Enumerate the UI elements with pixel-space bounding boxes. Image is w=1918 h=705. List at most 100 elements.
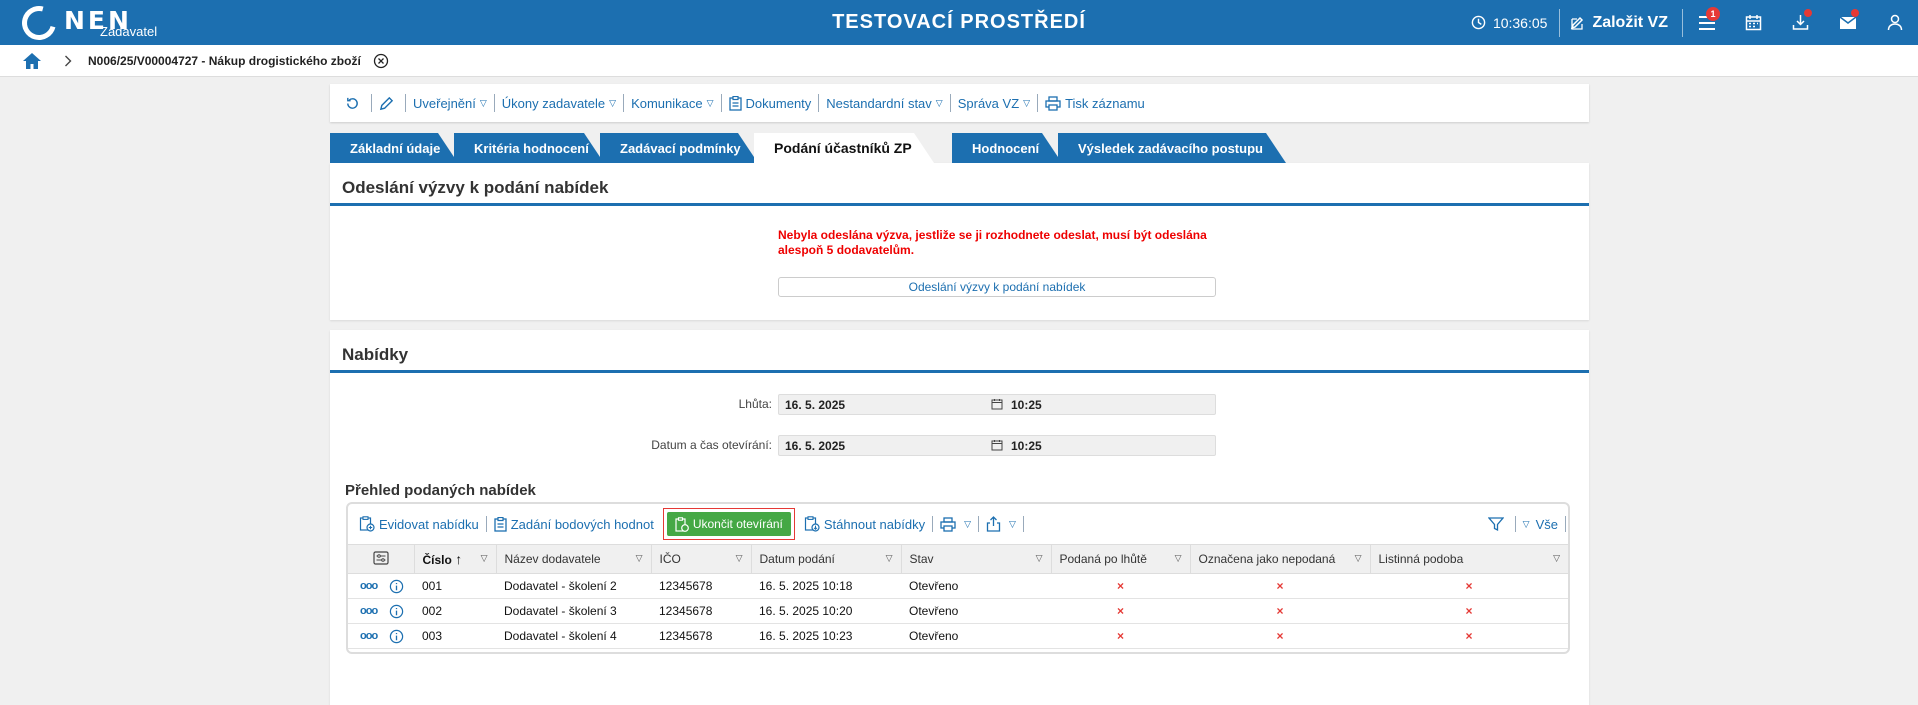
publish-menu[interactable]: Uveřejnění ▽ [406, 96, 494, 111]
download-offers-button[interactable]: Stáhnout nabídky [799, 516, 930, 532]
column-menu-icon[interactable]: ▽ [886, 553, 893, 564]
opening-label: Datum a čas otevírání: [651, 438, 772, 452]
cell-number: 001 [414, 573, 496, 599]
finish-opening-highlight: Ukončit otevírání [662, 508, 795, 540]
breadcrumb: N006/25/V00004727 - Nákup drogistického … [0, 45, 1918, 77]
edit-icon [1571, 16, 1584, 30]
register-offer-label: Evidovat nabídku [379, 516, 479, 532]
register-offer-button[interactable]: Evidovat nabídku [354, 516, 484, 532]
finish-opening-button[interactable]: Ukončit otevírání [666, 512, 791, 536]
printer-icon [940, 516, 956, 532]
enter-points-label: Zadání bodových hodnot [510, 516, 654, 532]
tab-participant-submissions[interactable]: Podání účastníků ZP [754, 133, 934, 163]
table-row[interactable]: ooo 002 Dodavatel - školení 3 12345678 1… [348, 598, 1568, 624]
documents-button[interactable]: Dokumenty [722, 95, 819, 111]
cell-submitted: 16. 5. 2025 10:23 [751, 623, 901, 649]
column-menu-icon[interactable]: ▽ [636, 553, 643, 564]
cell-ico: 12345678 [651, 598, 751, 624]
caret-down-icon: ▽ [706, 97, 714, 108]
column-menu-icon[interactable]: ▽ [736, 553, 743, 564]
column-header-state[interactable]: Stav ▽ [901, 544, 1052, 574]
cell-state: Otevřeno [901, 598, 1051, 624]
logo-subtitle: Zadavatel [100, 24, 158, 39]
clock-time: 10:36:05 [1492, 14, 1548, 31]
tab-basic-info[interactable]: Základní údaje [330, 133, 458, 163]
refresh-icon [347, 97, 358, 109]
cell-late: × [1051, 598, 1190, 624]
deadline-field: 16. 5. 2025 10:25 [778, 394, 1216, 415]
column-header-number[interactable]: Číslo ↑ ▽ [414, 544, 497, 574]
column-menu-icon[interactable]: ▽ [1175, 553, 1182, 564]
cell-paper: × [1370, 573, 1568, 599]
user-button[interactable] [1871, 0, 1918, 45]
column-number-label: Číslo [422, 553, 452, 567]
download-offers-icon [804, 516, 820, 532]
column-settings-header[interactable] [348, 544, 415, 574]
info-icon[interactable] [389, 604, 404, 619]
caret-down-icon: ▽ [1009, 518, 1016, 529]
user-icon [1887, 14, 1902, 31]
column-header-marked[interactable]: Označena jako nepodaná ▽ [1190, 544, 1371, 574]
column-menu-icon[interactable]: ▽ [481, 553, 488, 564]
info-icon[interactable] [389, 629, 404, 644]
cell-number: 003 [414, 623, 496, 649]
send-invitation-button[interactable]: Odeslání výzvy k podání nabídek [778, 277, 1216, 297]
manage-vz-menu[interactable]: Správa VZ ▽ [951, 96, 1037, 111]
communication-menu[interactable]: Komunikace ▽ [624, 96, 720, 111]
edit-button[interactable] [372, 96, 405, 111]
invitation-panel: Odeslání výzvy k podání nabídek Nebyla o… [330, 163, 1589, 320]
column-menu-icon[interactable]: ▽ [1355, 553, 1362, 564]
cell-state: Otevřeno [901, 623, 1051, 649]
calendar-icon [991, 399, 1003, 410]
menu-button[interactable]: 1 [1683, 0, 1730, 45]
breadcrumb-current[interactable]: N006/25/V00004727 - Nákup drogistického … [88, 54, 361, 68]
column-menu-icon[interactable]: ▽ [1553, 553, 1560, 564]
documents-label: Dokumenty [745, 95, 812, 111]
info-icon[interactable] [389, 579, 404, 594]
session-clock: 10:36:05 [1459, 15, 1560, 31]
column-header-submitted[interactable]: Datum podání ▽ [751, 544, 902, 574]
close-circle-icon[interactable] [373, 53, 389, 69]
cell-supplier: Dodavatel - školení 4 [496, 623, 651, 649]
downloads-button[interactable] [1777, 0, 1824, 45]
table-row[interactable]: ooo 001 Dodavatel - školení 2 12345678 1… [348, 573, 1568, 599]
grid-print-menu[interactable]: ▽ [935, 516, 976, 532]
printer-icon [1045, 95, 1061, 111]
opening-time: 10:25 [1011, 439, 1042, 453]
messages-button[interactable] [1824, 0, 1871, 45]
grid-view-all-menu[interactable]: ▽ Vše [1518, 517, 1563, 532]
clock-icon [1471, 15, 1486, 30]
home-icon[interactable] [22, 52, 42, 70]
create-vz-button[interactable]: Založit VZ [1560, 14, 1682, 32]
more-icon[interactable]: ooo [360, 630, 378, 642]
print-record-button[interactable]: Tisk záznamu [1038, 96, 1152, 111]
downloads-dot [1804, 9, 1812, 17]
table-row[interactable]: ooo 003 Dodavatel - školení 4 12345678 1… [348, 623, 1568, 649]
deadline-row: Lhůta: 16. 5. 2025 10:25 [330, 394, 1589, 416]
column-menu-icon[interactable]: ▽ [1036, 553, 1043, 564]
calendar-button[interactable] [1730, 0, 1777, 45]
column-late-label: Podaná po lhůtě [1059, 552, 1147, 566]
tab-evaluation[interactable]: Hodnocení [952, 133, 1062, 163]
grid-filter-button[interactable] [1483, 516, 1513, 532]
cell-number: 002 [414, 598, 496, 624]
invitation-title: Odeslání výzvy k podání nabídek [330, 163, 1589, 206]
more-icon[interactable]: ooo [360, 580, 378, 592]
deadline-label: Lhůta: [738, 397, 772, 411]
acts-menu[interactable]: Úkony zadavatele ▽ [495, 96, 623, 111]
nonstandard-state-menu[interactable]: Nestandardní stav ▽ [819, 96, 949, 111]
tab-procedure-result[interactable]: Výsledek zadávacího postupu [1058, 133, 1286, 163]
column-header-supplier[interactable]: Název dodavatele ▽ [496, 544, 652, 574]
tab-tender-conditions[interactable]: Zadávací podmínky [600, 133, 758, 163]
tab-evaluation-criteria[interactable]: Kritéria hodnocení [454, 133, 604, 163]
column-header-late[interactable]: Podaná po lhůtě ▽ [1051, 544, 1191, 574]
column-header-ico[interactable]: IČO ▽ [651, 544, 752, 574]
grid-export-menu[interactable]: ▽ [981, 516, 1021, 532]
column-settings-icon [373, 550, 389, 565]
more-icon[interactable]: ooo [360, 605, 378, 617]
cell-state: Otevřeno [901, 573, 1051, 599]
publish-label: Uveřejnění [413, 95, 476, 111]
enter-points-button[interactable]: Zadání bodových hodnot [489, 516, 659, 532]
column-header-paper[interactable]: Listinná podoba ▽ [1370, 544, 1568, 574]
refresh-button[interactable] [338, 96, 371, 111]
